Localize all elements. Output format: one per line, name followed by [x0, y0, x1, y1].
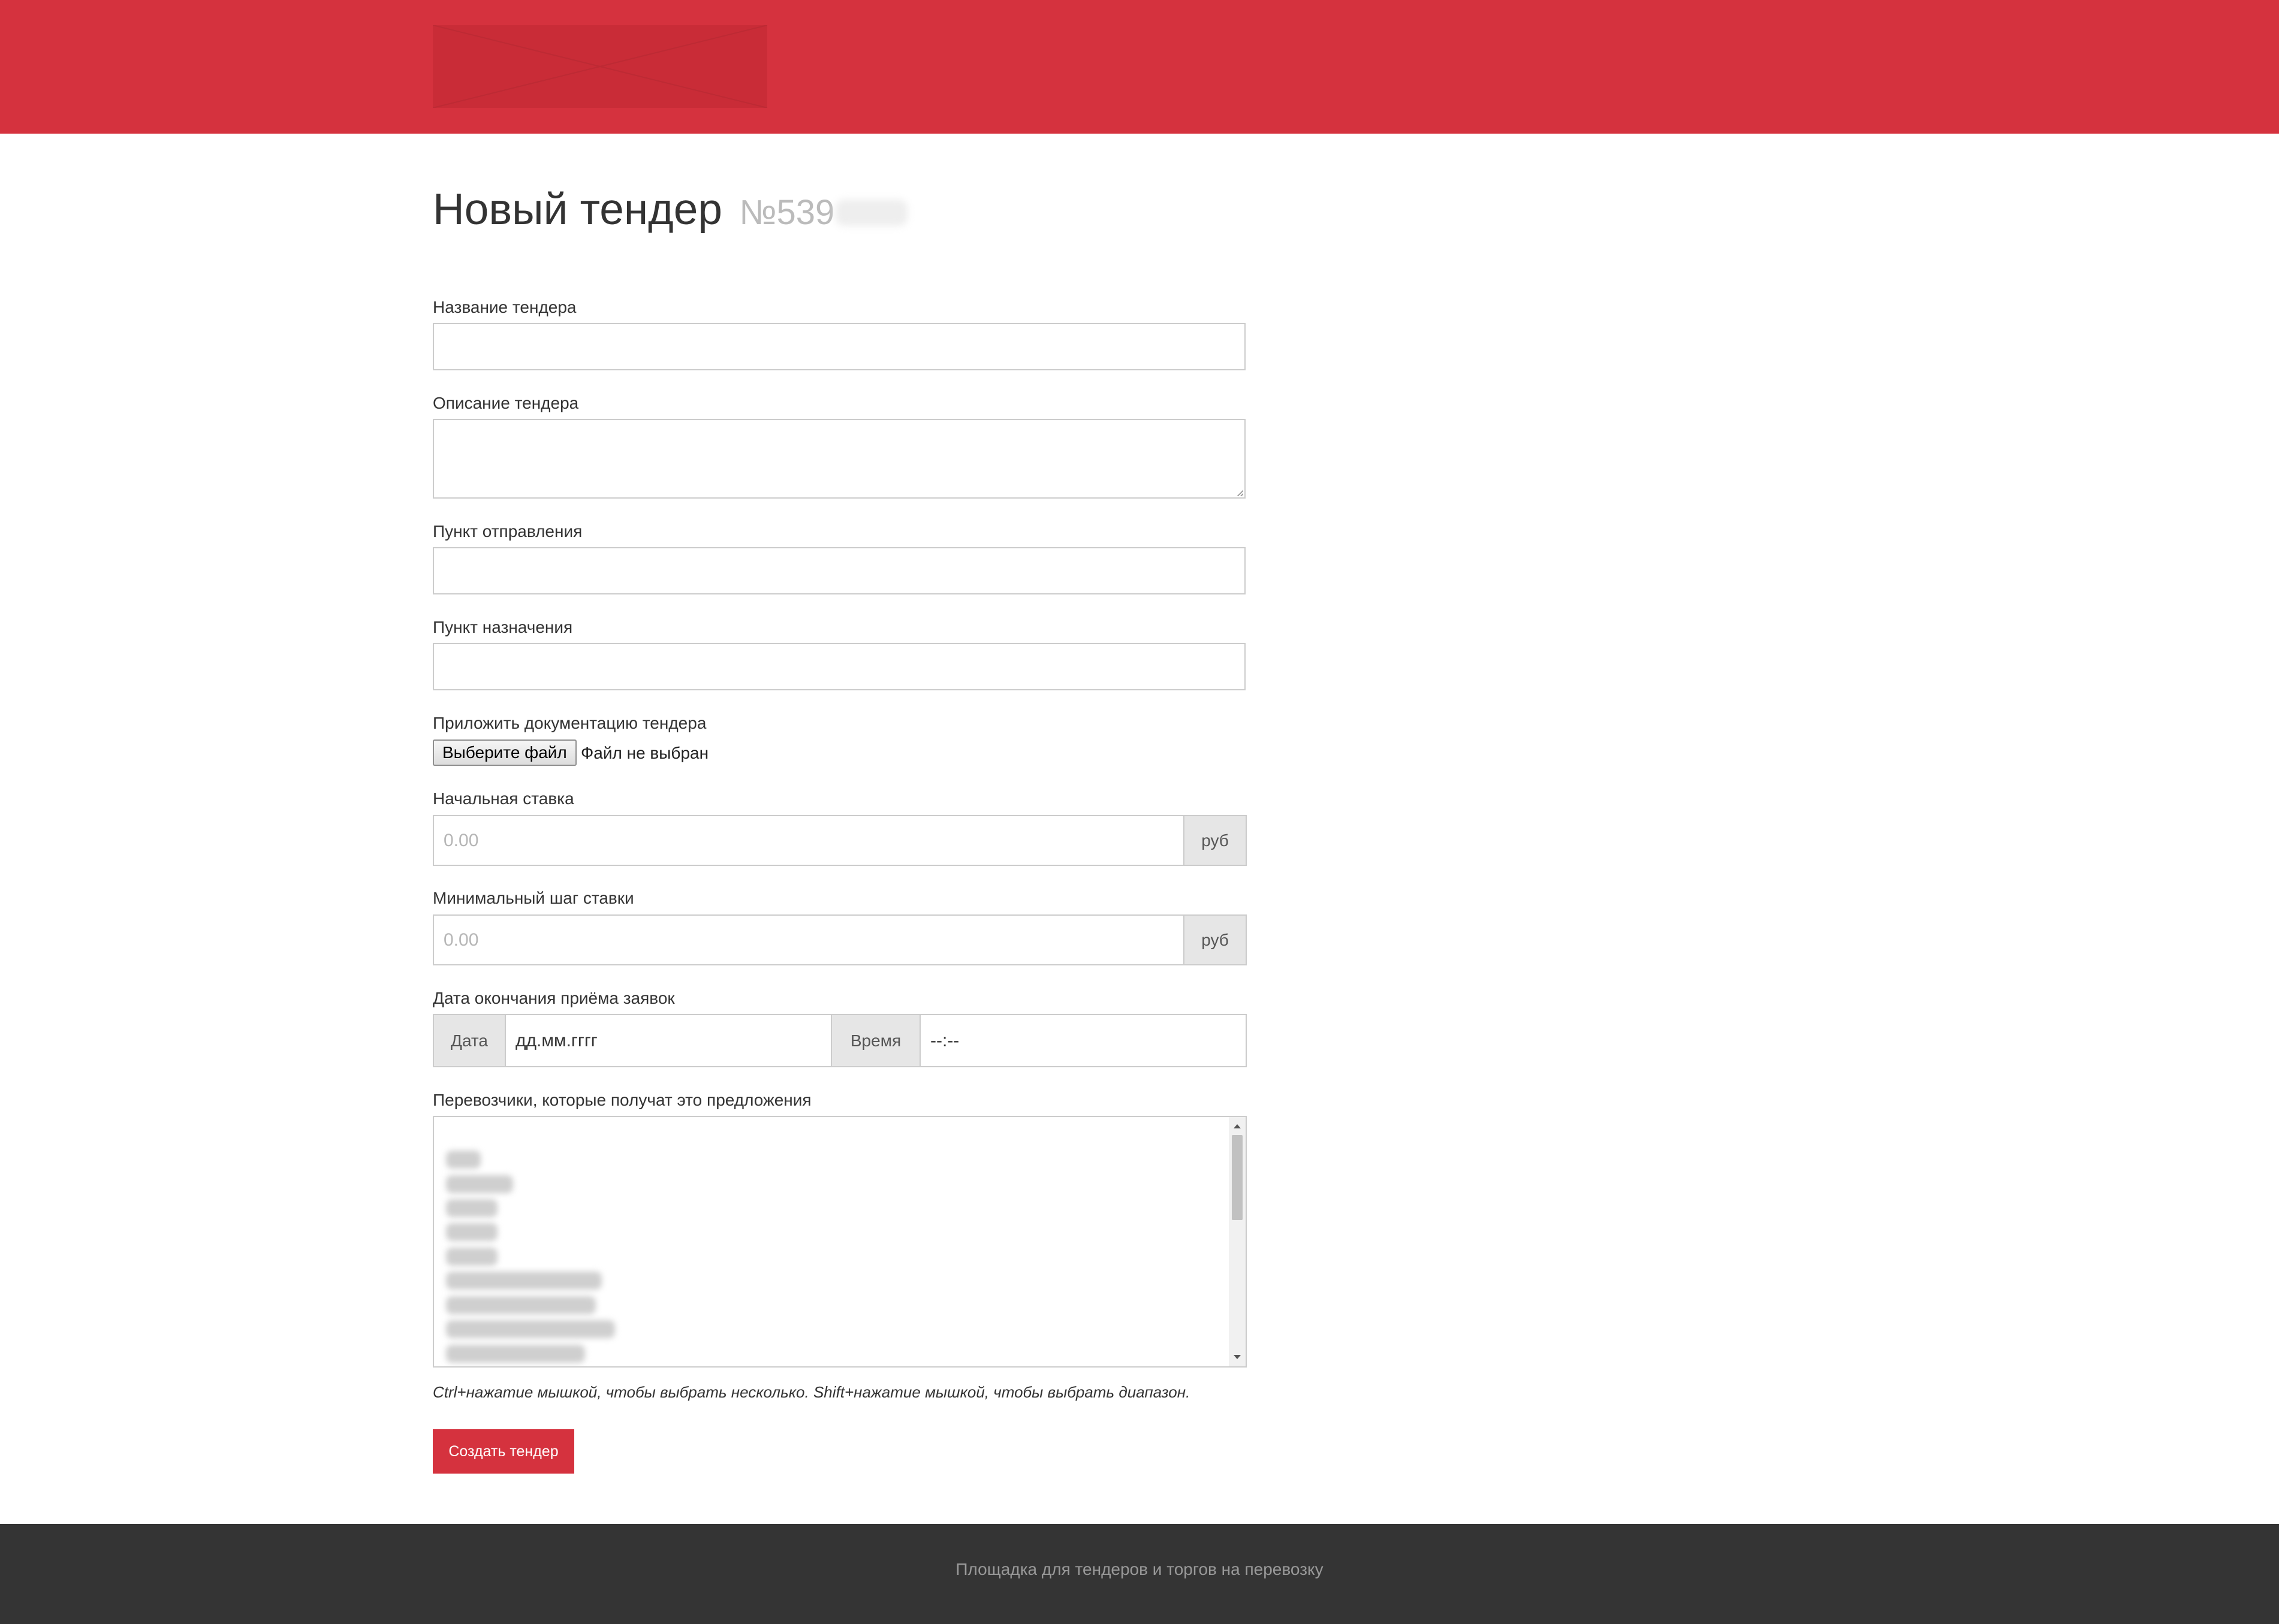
time-input[interactable]: --:-- [921, 1015, 1246, 1066]
date-input[interactable]: дд.мм.гггг [506, 1015, 831, 1066]
time-addon: Время [831, 1015, 921, 1066]
time-input-value: --:-- [930, 1030, 960, 1051]
date-addon: Дата [434, 1015, 506, 1066]
logo[interactable] [433, 25, 767, 108]
starting-bid-group: 0.00 руб [433, 815, 1247, 866]
carrier-option[interactable] [446, 1175, 513, 1193]
scroll-thumb[interactable] [1232, 1135, 1243, 1220]
choose-file-button[interactable]: Выберите файл [433, 739, 577, 766]
carrier-option[interactable] [446, 1248, 498, 1266]
carriers-scrollbar[interactable] [1229, 1117, 1246, 1366]
page-title: Новый тендер №539 [433, 185, 908, 234]
scroll-up-arrow-icon[interactable] [1234, 1124, 1241, 1128]
carrier-option[interactable] [446, 1296, 596, 1314]
min-bid-step-input[interactable]: 0.00 [434, 916, 1183, 964]
departure-point-input[interactable] [433, 547, 1246, 594]
carrier-option[interactable] [446, 1223, 498, 1241]
carriers-hint: Ctrl+нажатие мышкой, чтобы выбрать неско… [433, 1383, 1190, 1401]
tender-number: №539 [739, 193, 835, 232]
create-tender-button[interactable]: Создать тендер [433, 1429, 574, 1474]
starting-bid-currency-addon: руб [1183, 816, 1246, 865]
deadline-group: Дата дд.мм.гггг Время --:-- [433, 1014, 1247, 1067]
carrier-option[interactable] [446, 1345, 585, 1363]
documentation-label: Приложить документацию тендера [433, 714, 707, 732]
tender-name-label: Название тендера [433, 298, 577, 316]
carriers-multiselect[interactable] [433, 1116, 1247, 1368]
destination-point-label: Пункт назначения [433, 618, 573, 636]
carriers-label: Перевозчики, которые получат это предлож… [433, 1091, 812, 1109]
carrier-option[interactable] [446, 1151, 481, 1169]
footer: Площадка для тендеров и торгов на перево… [0, 1524, 2279, 1624]
footer-text: Площадка для тендеров и торгов на перево… [955, 1560, 1324, 1578]
min-bid-step-label: Минимальный шаг ставки [433, 889, 634, 907]
tender-number-redacted [836, 199, 908, 226]
min-bid-step-currency-addon: руб [1183, 916, 1246, 964]
file-status-text: Файл не выбран [581, 744, 709, 762]
broken-image-icon [433, 25, 767, 108]
carrier-option[interactable] [446, 1272, 602, 1290]
carrier-option[interactable] [446, 1320, 615, 1338]
departure-point-label: Пункт отправления [433, 522, 583, 541]
resize-handle-icon[interactable] [1236, 489, 1243, 496]
page-title-text: Новый тендер [433, 185, 722, 234]
starting-bid-placeholder: 0.00 [444, 830, 479, 850]
scroll-down-arrow-icon[interactable] [1234, 1355, 1241, 1359]
min-bid-step-group: 0.00 руб [433, 914, 1247, 965]
destination-point-input[interactable] [433, 643, 1246, 690]
deadline-label: Дата окончания приёма заявок [433, 989, 675, 1007]
tender-description-label: Описание тендера [433, 394, 579, 412]
date-input-value: дд.мм.гггг [516, 1030, 598, 1051]
starting-bid-input[interactable]: 0.00 [434, 816, 1183, 865]
carrier-option[interactable] [446, 1199, 498, 1217]
tender-description-textarea[interactable] [433, 419, 1246, 499]
header-bar [0, 0, 2279, 134]
tender-name-input[interactable] [433, 323, 1246, 370]
min-bid-step-placeholder: 0.00 [444, 929, 479, 950]
starting-bid-label: Начальная ставка [433, 789, 574, 808]
